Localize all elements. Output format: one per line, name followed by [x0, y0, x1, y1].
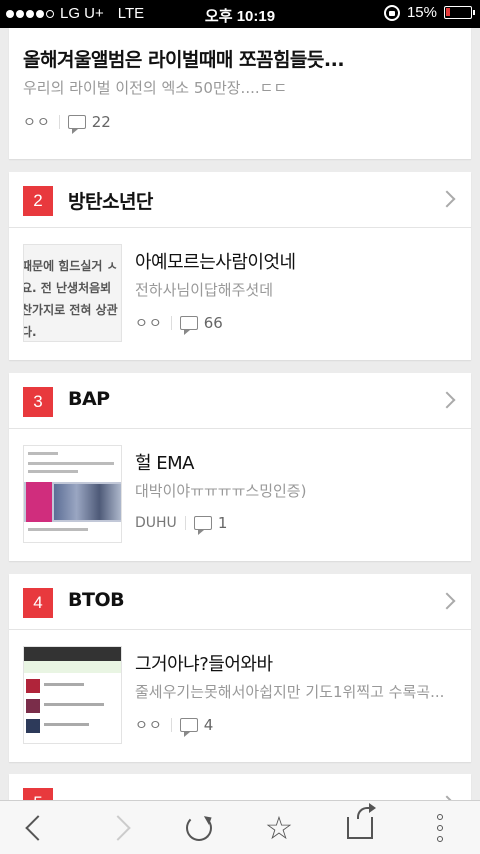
- thumb-album: [26, 699, 40, 713]
- thumb-line: [28, 528, 88, 531]
- comment-icon: [67, 115, 86, 134]
- chevron-right-icon: [438, 391, 456, 409]
- post-meta: ㅇㅇ 66: [135, 313, 223, 335]
- share-icon: [347, 803, 376, 839]
- post-thumbnail[interactable]: [23, 646, 122, 744]
- meta-divider: [58, 115, 60, 129]
- meta-divider: [170, 718, 172, 732]
- rank-number-badge: 3: [23, 387, 53, 417]
- thumb-header: [24, 647, 121, 661]
- star-icon: ☆: [264, 809, 294, 847]
- author-label: ㅇㅇ: [135, 316, 163, 332]
- rank-header[interactable]: 2 방탄소년단: [9, 172, 471, 228]
- thumb-text-line: 찬가지로 전혀 상관: [23, 303, 118, 317]
- meta-divider: [184, 516, 186, 530]
- thumb-album: [26, 719, 40, 733]
- comment-count: 1: [217, 514, 228, 532]
- chevron-right-icon: [438, 190, 456, 208]
- reload-icon: [186, 815, 212, 841]
- battery-percent: 15%: [406, 4, 437, 21]
- post-subtitle: 우리의 라이벌 이전의 엑소 50만장....ㄷㄷ: [23, 79, 288, 97]
- post-title[interactable]: 올해겨울앨범은 라이벌때매 쪼꼼힘들듯...: [23, 45, 345, 72]
- comment-count: 66: [203, 314, 223, 332]
- post-title[interactable]: 아예모르는사람이엇네: [135, 248, 296, 274]
- post-subtitle: 대박이야ㅠㅠㅠㅠ스밍인증): [135, 482, 307, 500]
- rank-header[interactable]: 3 BAP: [9, 373, 471, 429]
- post-subtitle: 전하사님이답해주셧데: [135, 281, 274, 299]
- share-button[interactable]: [330, 801, 390, 854]
- thumb-logo: [26, 482, 52, 522]
- battery-icon: [444, 6, 475, 19]
- rank-header[interactable]: 4 BTOB: [9, 574, 471, 630]
- thumb-line: [44, 723, 89, 726]
- post-meta: DUHU 1: [135, 514, 228, 535]
- forward-button[interactable]: [88, 801, 148, 854]
- thumb-line: [44, 703, 104, 706]
- rank-number-badge: 4: [23, 588, 53, 618]
- thumb-line: [28, 452, 58, 455]
- likes-label: ㅇㅇ: [23, 115, 51, 131]
- more-icon: [437, 814, 443, 842]
- comment-icon: [179, 718, 198, 737]
- post-thumbnail[interactable]: 때문에 힘드실거 ㅅ 요. 전 난생처음뵈 찬가지로 전혀 상관 다.: [23, 244, 122, 342]
- chevron-right-icon: [438, 592, 456, 610]
- thumb-line: [28, 470, 78, 473]
- comment-icon: [193, 516, 212, 535]
- thumb-tabbar: [24, 661, 121, 673]
- author-label: ㅇㅇ: [135, 718, 163, 734]
- rotation-lock-icon: [383, 4, 400, 21]
- back-button[interactable]: [8, 801, 68, 854]
- post-card-top[interactable]: 올해겨울앨범은 라이벌때매 쪼꼼힘들듯... 우리의 라이벌 이전의 엑소 50…: [9, 28, 471, 159]
- thumb-text-line: 때문에 힘드실거 ㅅ: [23, 259, 118, 273]
- post-meta: ㅇㅇ 4: [135, 715, 214, 737]
- browser-toolbar: ☆: [0, 800, 480, 854]
- status-right: 15%: [383, 4, 475, 21]
- comment-count: 22: [91, 113, 111, 131]
- rank-card: 3 BAP 헐 EMA 대박이야ㅠㅠㅠㅠ스밍인증) DUHU 1: [9, 373, 471, 561]
- comment-icon: [179, 316, 198, 335]
- thumb-line: [44, 683, 84, 686]
- thumb-photo: [54, 484, 121, 520]
- back-icon: [25, 815, 51, 841]
- rank-card: 4 BTOB 그거아냐?들어와바 줄세우기는못해서아쉽지만 기도1위찍고 수록곡…: [9, 574, 471, 762]
- post-subtitle: 줄세우기는못해서아쉽지만 기도1위찍고 수록곡...: [135, 683, 445, 701]
- meta-divider: [170, 316, 172, 330]
- rank-artist-name: 방탄소년단: [68, 191, 153, 213]
- post-meta: ㅇㅇ 22: [23, 112, 111, 134]
- post-thumbnail[interactable]: [23, 445, 122, 543]
- rank-card: 2 방탄소년단 때문에 힘드실거 ㅅ 요. 전 난생처음뵈 찬가지로 전혀 상관…: [9, 172, 471, 360]
- comment-count: 4: [203, 716, 214, 734]
- battery-fill: [446, 8, 450, 16]
- post-title[interactable]: 그거아냐?들어와바: [135, 650, 273, 676]
- thumb-text-line: 요. 전 난생처음뵈: [23, 281, 112, 295]
- author-label: DUHU: [135, 515, 177, 531]
- rank-number-badge: 2: [23, 186, 53, 216]
- bookmark-button[interactable]: ☆: [249, 801, 309, 854]
- rank-artist-name: BTOB: [68, 589, 125, 611]
- thumb-text-line: 다.: [24, 325, 37, 339]
- thumb-album: [26, 679, 40, 693]
- thumb-line: [28, 462, 114, 465]
- reload-button[interactable]: [169, 801, 229, 854]
- status-bar: LG U+ LTE 오후 10:19 15%: [0, 0, 480, 28]
- post-title[interactable]: 헐 EMA: [135, 449, 195, 475]
- rank-artist-name: BAP: [68, 388, 110, 410]
- forward-icon: [105, 815, 131, 841]
- more-button[interactable]: [410, 801, 470, 854]
